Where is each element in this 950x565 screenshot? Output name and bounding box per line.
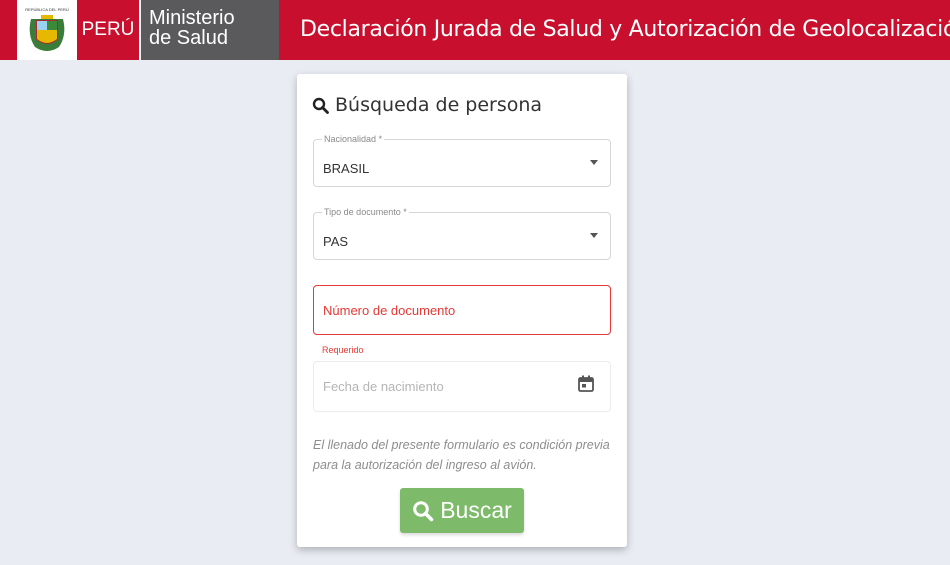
search-button[interactable]: Buscar [400, 488, 524, 533]
document-number-error: Requerido [322, 345, 364, 355]
ministry-name: Ministerio de Salud [139, 0, 279, 60]
search-icon [312, 97, 329, 114]
document-number-input[interactable]: Número de documento [313, 285, 611, 335]
page-title: Declaración Jurada de Salud y Autorizaci… [300, 17, 950, 42]
chevron-down-icon [590, 160, 598, 165]
document-number-placeholder: Número de documento [323, 303, 456, 318]
peru-label: PERÚ [77, 0, 139, 60]
search-icon [413, 500, 434, 521]
nationality-value: BRASIL [323, 161, 370, 176]
birth-date-placeholder: Fecha de nacimiento [323, 379, 444, 394]
ministry-line-2: de Salud [149, 27, 228, 49]
form-note: El llenado del presente formulario es co… [313, 438, 610, 472]
search-person-card: Búsqueda de persona Nacionalidad * BRASI… [297, 74, 627, 547]
calendar-icon[interactable] [578, 375, 594, 397]
document-type-label: Tipo de documento * [322, 207, 409, 217]
chevron-down-icon [590, 233, 598, 238]
search-button-label: Buscar [440, 497, 512, 523]
document-type-value: PAS [323, 234, 349, 249]
card-title-label: Búsqueda de persona [335, 94, 543, 116]
nationality-label: Nacionalidad * [322, 134, 385, 144]
document-type-select[interactable]: Tipo de documento * PAS [313, 207, 611, 260]
top-header: REPÚBLICA DEL PERÚ PERÚ Ministerio de Sa… [0, 0, 950, 60]
birth-date-input[interactable]: Fecha de nacimiento [313, 361, 611, 412]
nationality-select[interactable]: Nacionalidad * BRASIL [313, 134, 611, 187]
card-title: Búsqueda de persona [312, 94, 542, 116]
logo: REPÚBLICA DEL PERÚ PERÚ Ministerio de Sa… [17, 0, 279, 60]
svg-text:REPÚBLICA DEL PERÚ: REPÚBLICA DEL PERÚ [25, 7, 69, 12]
peru-crest: REPÚBLICA DEL PERÚ [17, 0, 77, 60]
ministry-line-1: Ministerio [149, 7, 235, 29]
